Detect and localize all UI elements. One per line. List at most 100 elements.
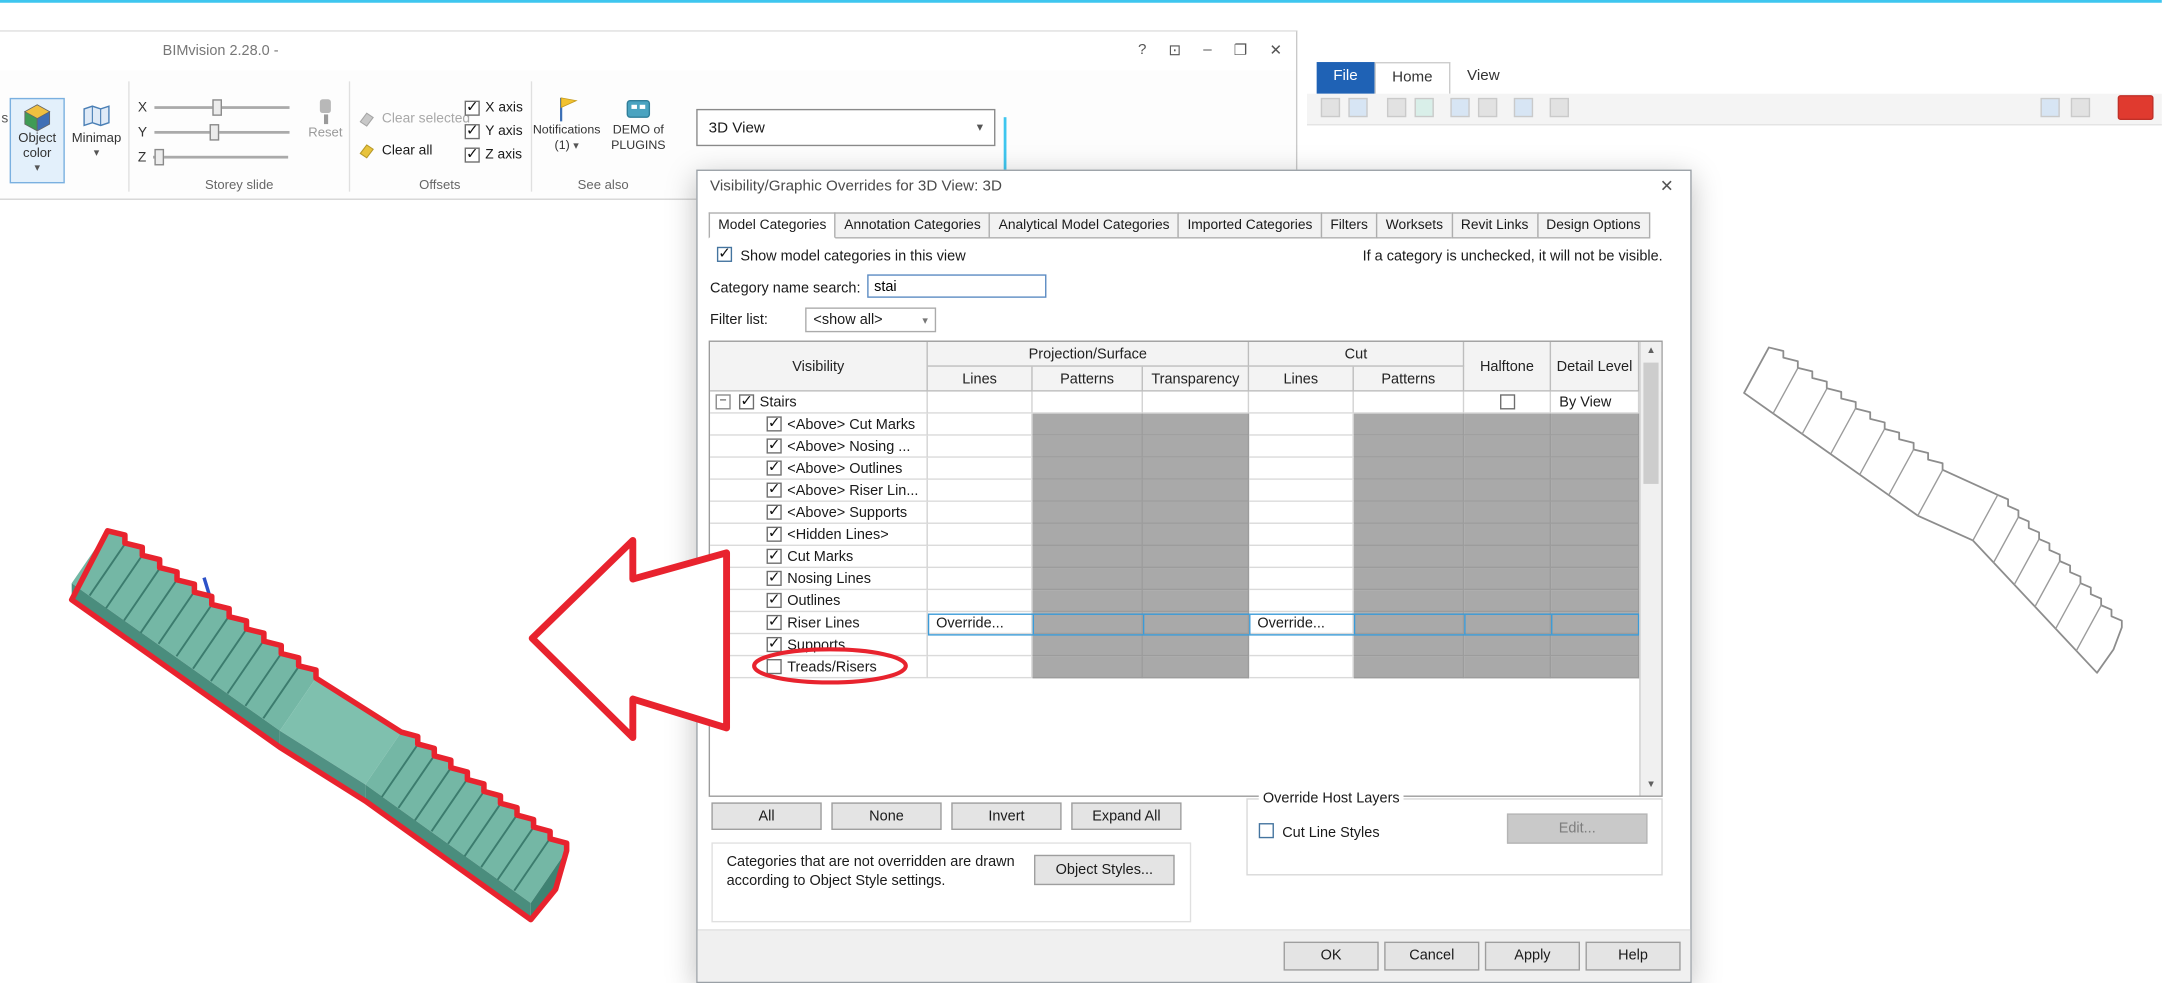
category-checkbox[interactable] xyxy=(766,414,782,432)
proj-lines-cell[interactable] xyxy=(927,457,1033,480)
ribbon-icon[interactable] xyxy=(2070,97,2091,118)
tab-view[interactable]: View xyxy=(1451,62,1517,94)
cut-lines-cell[interactable] xyxy=(1249,413,1354,436)
reset-button[interactable]: Reset xyxy=(302,98,349,175)
table-row[interactable]: <Above> Outlines xyxy=(710,457,1661,480)
cut-lines-cell[interactable] xyxy=(1249,634,1354,657)
apply-button[interactable]: Apply xyxy=(1484,941,1580,971)
ribbon-icon[interactable] xyxy=(2040,97,2060,118)
checkbox[interactable] xyxy=(464,98,480,116)
ribbon-icon[interactable] xyxy=(1386,97,1407,118)
table-row[interactable]: Cut Marks xyxy=(710,545,1661,569)
cut-lines-cell[interactable] xyxy=(1249,590,1354,613)
invert-button[interactable]: Invert xyxy=(951,802,1062,830)
category-checkbox[interactable] xyxy=(738,392,755,410)
category-checkbox[interactable] xyxy=(766,612,782,630)
cut-lines-cell[interactable] xyxy=(1249,479,1354,502)
category-checkbox[interactable] xyxy=(766,568,782,586)
help-button[interactable]: Help xyxy=(1585,941,1681,971)
tab-revit-links[interactable]: Revit Links xyxy=(1451,212,1539,239)
tab-model-categories[interactable]: Model Categories xyxy=(708,212,837,239)
notifications-button[interactable]: Notifications (1) ▾ xyxy=(533,95,600,152)
cut-line-styles-checkbox[interactable] xyxy=(1258,823,1274,839)
category-checkbox[interactable] xyxy=(766,659,782,675)
show-model-categories-checkbox[interactable] xyxy=(716,244,733,262)
proj-lines-cell[interactable] xyxy=(927,435,1033,458)
category-checkbox[interactable] xyxy=(766,458,782,476)
ribbon-icon[interactable] xyxy=(1414,97,1434,118)
x-axis-checkbox[interactable]: X axis xyxy=(464,98,523,116)
collapse-toggle[interactable] xyxy=(715,394,731,410)
table-row[interactable]: <Above> Cut Marks xyxy=(710,413,1661,436)
category-checkbox[interactable] xyxy=(766,546,782,564)
category-checkbox[interactable] xyxy=(766,436,782,454)
scrollbar-thumb[interactable] xyxy=(1643,362,1659,484)
cut-lines-cell[interactable] xyxy=(1249,656,1354,679)
proj-lines-cell[interactable] xyxy=(927,545,1033,569)
view-selector[interactable]: 3D View ▾ xyxy=(696,108,996,147)
table-row[interactable]: Supports xyxy=(710,634,1661,657)
category-checkbox[interactable] xyxy=(766,502,782,520)
minimize-button[interactable]: – xyxy=(1203,41,1211,59)
proj-lines-cell[interactable] xyxy=(927,413,1033,436)
ribbon-icon[interactable] xyxy=(1549,97,1569,118)
category-checkbox[interactable] xyxy=(766,634,782,652)
proj-lines-cell[interactable] xyxy=(927,656,1033,679)
tab-worksets[interactable]: Worksets xyxy=(1376,212,1453,239)
ribbon-icon-red[interactable] xyxy=(2117,95,2154,120)
cut-lines-cell[interactable] xyxy=(1249,523,1354,546)
checkbox[interactable] xyxy=(464,145,480,163)
category-checkbox[interactable] xyxy=(766,590,782,608)
table-scrollbar[interactable]: ▲ ▼ xyxy=(1639,341,1662,796)
table-row[interactable]: <Above> Riser Lin... xyxy=(710,479,1661,502)
scroll-down-icon[interactable]: ▼ xyxy=(1641,776,1662,795)
storey-slider-y[interactable] xyxy=(153,123,290,142)
table-row[interactable]: <Hidden Lines> xyxy=(710,523,1661,546)
storey-slider-z[interactable] xyxy=(153,148,289,167)
checkbox[interactable] xyxy=(464,121,480,140)
clear-selected-button[interactable]: Clear selected xyxy=(357,109,470,128)
ribbon-icon[interactable] xyxy=(1513,97,1534,118)
close-button[interactable]: ✕ xyxy=(1269,41,1282,60)
scroll-up-icon[interactable]: ▲ xyxy=(1641,342,1662,361)
override-cut-lines-button[interactable]: Override... xyxy=(1249,612,1354,635)
proj-lines-cell[interactable] xyxy=(927,523,1033,546)
override-lines-button[interactable]: Override... xyxy=(927,612,1033,635)
all-button[interactable]: All xyxy=(711,802,822,830)
minimap-button[interactable]: Minimap ▾ xyxy=(69,98,124,183)
none-button[interactable]: None xyxy=(831,802,942,830)
table-row-treads-risers[interactable]: Treads/Risers xyxy=(710,656,1661,679)
table-row[interactable]: <Above> Nosing ... xyxy=(710,435,1661,458)
cut-patterns-cell[interactable] xyxy=(1353,391,1465,414)
cut-lines-cell[interactable] xyxy=(1249,457,1354,480)
proj-patterns-cell[interactable] xyxy=(1032,391,1143,414)
ribbon-icon[interactable] xyxy=(1320,97,1341,118)
ribbon-icon[interactable] xyxy=(1450,97,1470,118)
slider-thumb[interactable] xyxy=(211,99,222,116)
clear-all-button[interactable]: Clear all xyxy=(357,141,432,160)
detail-level-cell[interactable]: By View xyxy=(1551,391,1640,414)
table-row[interactable]: <Above> Supports xyxy=(710,501,1661,524)
category-checkbox[interactable] xyxy=(766,524,782,542)
table-row[interactable]: Outlines xyxy=(710,590,1661,613)
storey-slider-x[interactable] xyxy=(153,98,290,117)
proj-lines-cell[interactable] xyxy=(927,479,1033,502)
halftone-cell[interactable] xyxy=(1464,391,1552,414)
slider-thumb[interactable] xyxy=(154,148,165,166)
ribbon-icon[interactable] xyxy=(1477,97,1498,118)
proj-lines-cell[interactable] xyxy=(927,634,1033,657)
table-row-stairs[interactable]: Stairs By View xyxy=(710,391,1661,414)
category-search-input[interactable] xyxy=(867,274,1047,298)
cut-lines-cell[interactable] xyxy=(1249,545,1354,569)
tab-file[interactable]: File xyxy=(1316,62,1375,94)
tab-design-options[interactable]: Design Options xyxy=(1536,212,1651,239)
category-checkbox[interactable] xyxy=(766,480,782,498)
pin-button[interactable]: ⊡ xyxy=(1169,41,1182,60)
restore-button[interactable]: ❐ xyxy=(1234,41,1248,60)
tab-analytical-model-categories[interactable]: Analytical Model Categories xyxy=(989,212,1180,239)
cut-lines-cell[interactable] xyxy=(1249,501,1354,524)
tab-imported-categories[interactable]: Imported Categories xyxy=(1177,212,1323,239)
z-axis-checkbox[interactable]: Z axis xyxy=(464,145,522,163)
cut-lines-cell[interactable] xyxy=(1249,568,1354,591)
ribbon-icon[interactable] xyxy=(1348,97,1368,118)
